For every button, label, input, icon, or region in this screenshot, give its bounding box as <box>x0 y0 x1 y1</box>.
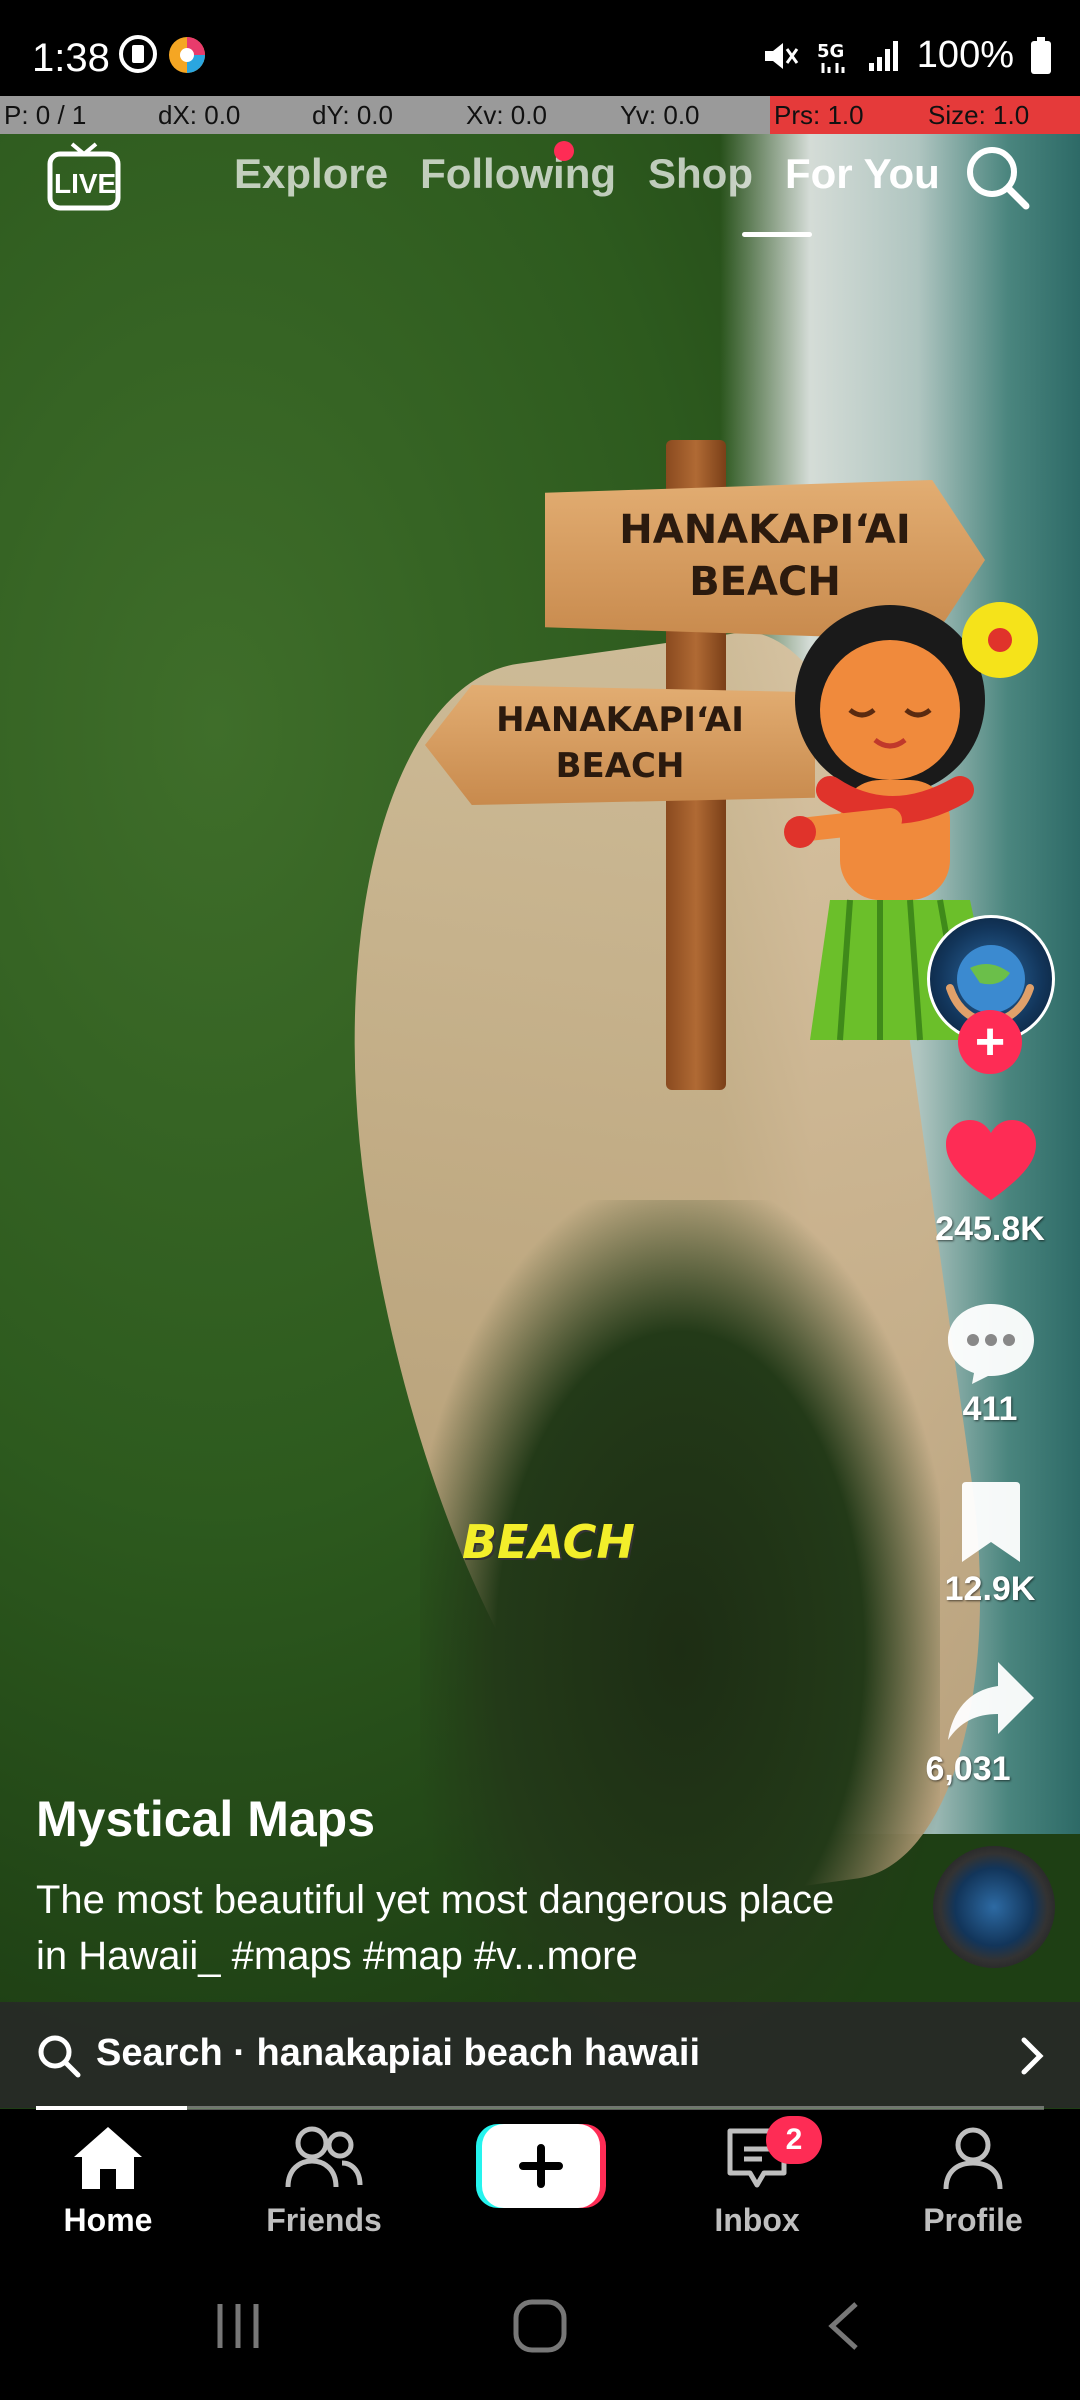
nav-profile-label: Profile <box>923 2202 1023 2238</box>
live-label: LIVE <box>54 168 117 199</box>
app-notification-icon <box>166 34 208 81</box>
5g-icon: 5G <box>817 41 845 73</box>
notification-icon <box>118 34 158 79</box>
mute-icon <box>764 42 799 69</box>
share-icon[interactable] <box>946 1660 1036 1747</box>
profile-icon <box>943 2127 1003 2190</box>
active-tab-indicator <box>742 232 812 237</box>
debug-pointer: P: 0 / 1 <box>0 96 154 134</box>
sound-disc-icon[interactable] <box>933 1846 1055 1968</box>
debug-pressure: Prs: 1.0 <box>770 96 924 134</box>
nav-home[interactable]: Home <box>28 2125 188 2239</box>
inbox-badge: 2 <box>766 2116 822 2164</box>
debug-dy: dY: 0.0 <box>308 96 462 134</box>
battery-percent: 100% <box>916 34 1014 76</box>
post-caption[interactable]: The most beautiful yet most dangerous pl… <box>36 1872 856 1984</box>
beach-overlay-text: BEACH <box>462 1515 635 1569</box>
debug-size: Size: 1.0 <box>924 96 1080 134</box>
sign-board-bottom: HANAKAPI‘AI BEACH <box>425 685 815 805</box>
top-tabs: Explore Following Shop For You <box>234 150 940 198</box>
recent-apps-icon[interactable] <box>212 2300 264 2357</box>
search-icon-small <box>36 2033 82 2084</box>
signal-icon <box>868 40 898 71</box>
search-suggestion-text: Search · hanakapiai beach hawaii <box>96 2032 701 2074</box>
bookmark-icon[interactable] <box>956 1482 1026 1569</box>
tab-explore[interactable]: Explore <box>234 150 388 198</box>
following-new-dot <box>554 141 574 161</box>
status-right: 5G 100% <box>761 34 1052 77</box>
search-icon[interactable] <box>962 142 1032 212</box>
friends-icon <box>285 2126 363 2188</box>
nav-home-label: Home <box>63 2202 153 2238</box>
nav-friends[interactable]: Friends <box>244 2125 404 2239</box>
comment-icon[interactable] <box>946 1300 1036 1391</box>
nav-inbox-label: Inbox <box>714 2202 800 2238</box>
comment-count: 411 <box>962 1390 1018 1428</box>
home-icon <box>74 2127 142 2189</box>
live-button[interactable]: LIVE <box>46 140 122 212</box>
back-icon[interactable] <box>822 2300 866 2357</box>
debug-xv: Xv: 0.0 <box>462 96 616 134</box>
create-button[interactable] <box>476 2124 606 2208</box>
tab-following[interactable]: Following <box>420 150 616 198</box>
author-name[interactable]: Mystical Maps <box>36 1790 375 1848</box>
tab-for-you[interactable]: For You <box>785 150 940 198</box>
touch-debug-overlay: P: 0 / 1 dX: 0.0 dY: 0.0 Xv: 0.0 Yv: 0.0… <box>0 96 1080 134</box>
svg-text:5G: 5G <box>817 41 844 62</box>
chevron-right-icon <box>1018 2036 1046 2081</box>
share-count: 6,031 <box>925 1750 1011 1788</box>
tab-shop[interactable]: Shop <box>648 150 753 198</box>
home-system-icon[interactable] <box>512 2298 568 2359</box>
debug-dx: dX: 0.0 <box>154 96 308 134</box>
debug-yv: Yv: 0.0 <box>616 96 770 134</box>
battery-icon <box>1031 36 1051 74</box>
nav-profile[interactable]: Profile <box>893 2125 1053 2239</box>
like-count: 245.8K <box>935 1210 1045 1248</box>
follow-plus-button[interactable]: + <box>958 1010 1022 1074</box>
status-time: 1:38 <box>32 36 110 80</box>
nav-friends-label: Friends <box>266 2202 382 2238</box>
heart-icon[interactable] <box>946 1120 1036 1209</box>
save-count: 12.9K <box>944 1570 1036 1608</box>
